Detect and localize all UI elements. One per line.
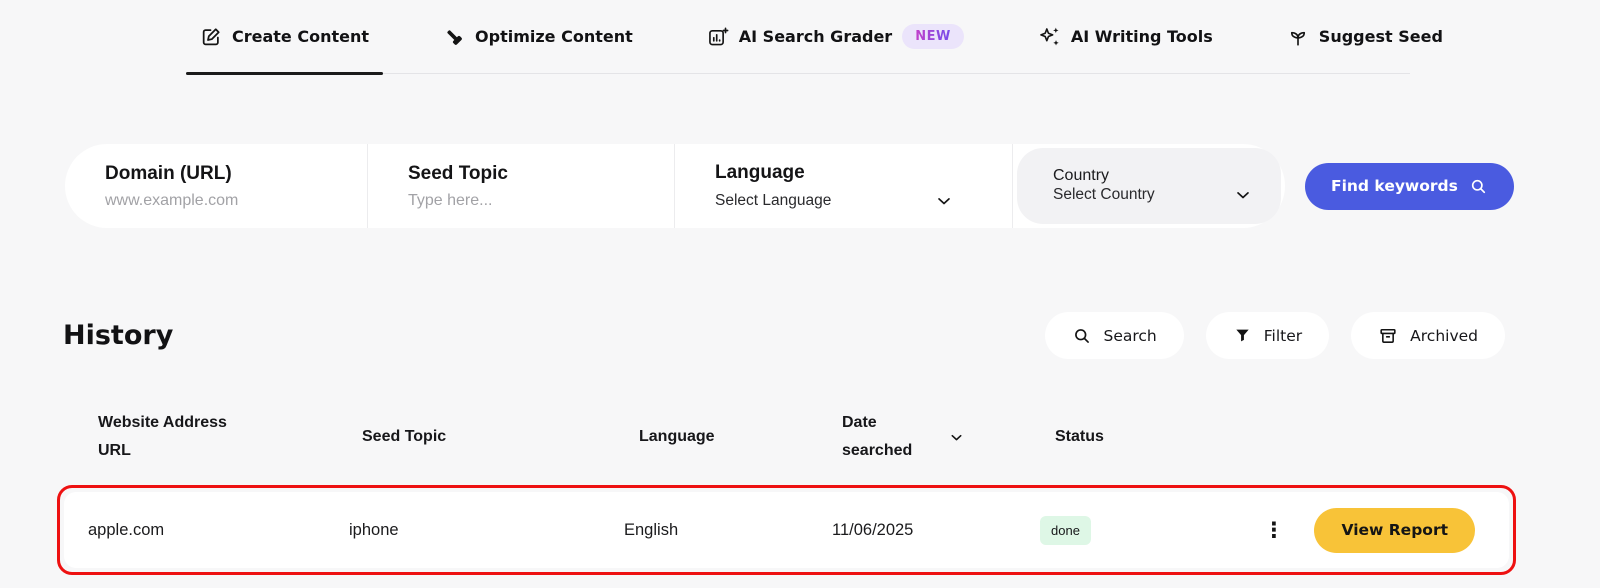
keyword-search-form: Domain (URL) Seed Topic Language Select …	[65, 144, 1600, 228]
filter-icon	[1233, 326, 1252, 345]
edit-icon	[200, 26, 222, 48]
cell-website-url: apple.com	[88, 520, 165, 539]
language-label: Language	[715, 161, 805, 183]
domain-input[interactable]	[105, 191, 328, 210]
cell-language: English	[624, 520, 679, 539]
cell-date-searched: 11/06/2025	[832, 520, 914, 539]
archived-button[interactable]: Archived	[1351, 312, 1505, 359]
tab-label: AI Search Grader	[738, 27, 893, 46]
find-keywords-button[interactable]: Find keywords	[1305, 162, 1514, 210]
filter-button[interactable]: Filter	[1205, 312, 1330, 359]
domain-field[interactable]: Domain (URL)	[65, 144, 368, 228]
column-header-website: Website Address URL	[98, 414, 227, 459]
chevron-down-icon[interactable]	[948, 429, 965, 446]
history-actions: Search Filter Archived	[1044, 312, 1505, 359]
tab-label: Suggest Seed	[1318, 27, 1443, 46]
seedling-icon	[1287, 26, 1309, 48]
table-header: Website Address URL Seed Topic Language …	[98, 409, 1600, 465]
tab-ai-writing-tools[interactable]: AI Writing Tools	[1024, 0, 1227, 73]
highlight-annotation: apple.com iphone English 11/06/2025 done…	[57, 485, 1516, 575]
table-row[interactable]: apple.com iphone English 11/06/2025 done…	[64, 492, 1509, 568]
archived-button-label: Archived	[1410, 326, 1478, 345]
search-icon	[1072, 326, 1092, 346]
row-actions: ⋮ View Report	[1200, 507, 1509, 553]
page-title: History	[63, 320, 174, 351]
column-header-status: Status	[1055, 428, 1104, 445]
hammer-icon	[443, 26, 465, 48]
tab-suggest-seed[interactable]: Suggest Seed	[1273, 0, 1457, 73]
seed-topic-input[interactable]	[408, 191, 635, 210]
country-field[interactable]: Country Select Country	[1017, 148, 1281, 224]
filter-button-label: Filter	[1263, 326, 1303, 345]
view-report-button[interactable]: View Report	[1314, 507, 1475, 553]
history-header: History Search Filter Archived	[63, 312, 1505, 359]
find-keywords-label: Find keywords	[1331, 177, 1458, 195]
country-field-wrap: Country Select Country	[1013, 144, 1285, 228]
language-field[interactable]: Language Select Language	[675, 144, 1013, 228]
search-icon	[1469, 177, 1488, 196]
sparkles-icon	[1038, 25, 1061, 48]
column-header-seed-topic: Seed Topic	[362, 428, 447, 445]
chevron-down-icon[interactable]	[1233, 185, 1253, 205]
tab-create-content[interactable]: Create Content	[186, 0, 384, 75]
chart-icon	[707, 26, 729, 48]
tab-label: Create Content	[232, 27, 370, 46]
cell-seed-topic: iphone	[349, 520, 399, 539]
language-select-value[interactable]: Select Language	[715, 192, 831, 210]
column-header-date-label: Date searched	[842, 414, 913, 459]
new-badge: NEW	[902, 24, 964, 49]
search-button-label: Search	[1103, 326, 1157, 345]
form-card: Domain (URL) Seed Topic Language Select …	[65, 144, 1285, 228]
country-select-value[interactable]: Select Country	[1053, 186, 1155, 204]
tab-optimize-content[interactable]: Optimize Content	[429, 0, 647, 73]
seed-topic-field[interactable]: Seed Topic	[368, 144, 675, 228]
status-badge: done	[1040, 515, 1091, 545]
top-tab-bar: Create Content Optimize Content AI Searc…	[186, 0, 1443, 75]
seed-topic-label: Seed Topic	[408, 162, 508, 184]
column-header-language: Language	[639, 428, 715, 445]
tab-label: Optimize Content	[475, 27, 633, 46]
kebab-menu-icon[interactable]: ⋮	[1263, 519, 1284, 541]
tab-ai-search-grader[interactable]: AI Search Grader NEW	[693, 0, 978, 73]
country-label: Country	[1053, 167, 1110, 184]
column-header-date[interactable]: Date searched	[842, 409, 1055, 465]
chevron-down-icon[interactable]	[934, 191, 954, 211]
archive-icon	[1378, 326, 1398, 346]
search-button[interactable]: Search	[1044, 312, 1184, 359]
domain-label: Domain (URL)	[105, 162, 232, 184]
tab-label: AI Writing Tools	[1070, 27, 1213, 46]
